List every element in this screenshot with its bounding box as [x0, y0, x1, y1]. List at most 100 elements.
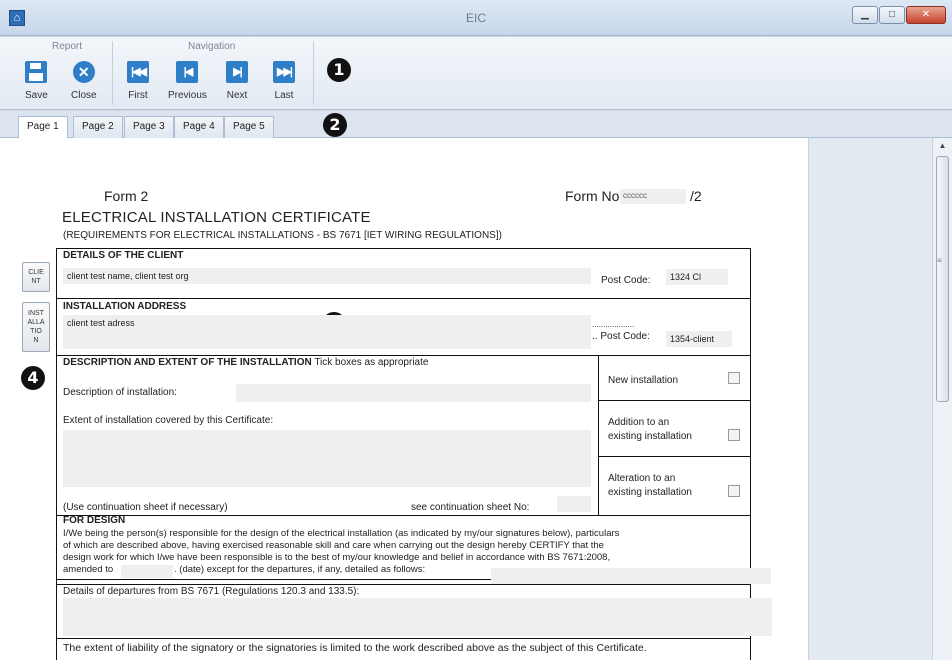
close-circle-icon: ✕: [72, 61, 95, 83]
installation-button-line: INST: [28, 310, 44, 317]
divider: [598, 355, 599, 515]
new-installation-checkbox[interactable]: [728, 372, 740, 384]
departures-inline-field[interactable]: [491, 568, 771, 584]
certificate-title: ELECTRICAL INSTALLATION CERTIFICATE: [62, 209, 371, 226]
form-page: CLIE NT INST ALLA TIO N 4 3 Form 2 Form …: [0, 138, 932, 660]
scroll-up-icon[interactable]: ▲: [933, 138, 952, 154]
divider: [56, 355, 751, 356]
form-no-suffix: /2: [690, 188, 702, 204]
close-icon[interactable]: ✕: [906, 6, 946, 24]
tab-page-4[interactable]: Page 4: [174, 116, 224, 138]
first-label: First: [128, 90, 148, 101]
date-note: . (date) except for the departures, if a…: [174, 564, 426, 575]
divider: [598, 400, 751, 401]
divider: [56, 248, 57, 660]
design-text-line: I/We being the person(s) responsible for…: [63, 528, 620, 539]
page-tabs: Page 1 Page 2 Page 3 Page 4 Page 5 2: [0, 111, 952, 139]
installation-button-line: N: [33, 337, 39, 344]
divider: [56, 248, 751, 249]
form-no-field[interactable]: cccccc: [620, 189, 686, 204]
tab-page-3[interactable]: Page 3: [124, 116, 174, 138]
client-button[interactable]: CLIE NT: [22, 262, 50, 292]
divider: [56, 298, 751, 299]
continuation-label: (Use continuation sheet if necessary): [63, 502, 228, 513]
design-heading: FOR DESIGN: [63, 515, 126, 526]
save-label: Save: [25, 90, 48, 101]
tab-page-1[interactable]: Page 1: [18, 116, 68, 139]
callout-4: 4: [21, 366, 45, 390]
next-button[interactable]: ▶| Next: [226, 61, 248, 101]
save-button[interactable]: Save: [25, 61, 48, 101]
extent-label: Extent of installation covered by this C…: [63, 415, 274, 426]
client-button-line: CLIE: [28, 269, 44, 276]
certificate-subtitle: (REQUIREMENTS FOR ELECTRICAL INSTALLATIO…: [63, 230, 502, 241]
alteration-label-line2: existing installation: [608, 487, 692, 498]
divider: [56, 584, 751, 585]
ribbon-toolbar: Report Navigation Save ✕ Close |◀◀ First…: [0, 37, 952, 110]
ribbon-separator: [313, 41, 314, 105]
first-button[interactable]: |◀◀ First: [127, 61, 149, 101]
installation-address-field[interactable]: client test adress: [63, 315, 591, 349]
departures-label: Details of departures from BS 7671 (Regu…: [63, 586, 360, 597]
see-sheet-label: see continuation sheet No:: [411, 502, 530, 513]
next-icon: ▶|: [226, 61, 248, 83]
save-icon: [25, 61, 48, 83]
maximize-icon[interactable]: □: [879, 6, 905, 24]
amended-to-label: amended to: [63, 564, 114, 575]
divider: [56, 638, 751, 639]
description-field[interactable]: [236, 384, 591, 402]
close-label: Close: [71, 90, 97, 101]
tab-page-5[interactable]: Page 5: [224, 116, 274, 138]
description-heading-note: Tick boxes as appropriate: [314, 357, 429, 368]
alteration-checkbox[interactable]: [728, 485, 740, 497]
alteration-label-line1: Alteration to an: [608, 473, 676, 484]
installation-button-line: TIO: [30, 328, 42, 335]
departures-field[interactable]: [63, 598, 772, 636]
extent-field[interactable]: [63, 430, 591, 487]
minimize-icon[interactable]: ▁: [852, 6, 878, 24]
addition-checkbox[interactable]: [728, 429, 740, 441]
client-postcode-field[interactable]: 1324 Cl: [666, 269, 728, 285]
design-text-line: of which are described above, having exe…: [63, 540, 604, 551]
installation-heading: INSTALLATION ADDRESS: [63, 301, 187, 312]
description-heading-row: DESCRIPTION AND EXTENT OF THE INSTALLATI…: [63, 357, 428, 368]
report-group-label: Report: [52, 41, 83, 52]
vertical-scrollbar[interactable]: ▲ ≡: [932, 138, 952, 660]
client-button-line: NT: [31, 278, 41, 285]
ribbon-separator: [112, 41, 113, 105]
previous-button[interactable]: |◀ Previous: [168, 61, 207, 101]
previous-label: Previous: [168, 90, 207, 101]
window-title: EIC: [465, 11, 486, 25]
installation-button-line: ALLA: [27, 319, 45, 326]
first-icon: |◀◀: [127, 61, 149, 83]
installation-button[interactable]: INST ALLA TIO N: [22, 302, 50, 352]
liability-text: The extent of liability of the signatory…: [63, 642, 647, 654]
amended-date-field[interactable]: [121, 565, 173, 578]
client-postcode-label: Post Code:: [601, 275, 651, 286]
next-label: Next: [226, 90, 248, 101]
description-label: Description of installation:: [63, 387, 177, 398]
divider: [598, 456, 751, 457]
installation-postcode-field[interactable]: 1354-client: [666, 331, 732, 347]
scrollbar-grip-icon: ≡: [937, 256, 942, 265]
previous-icon: |◀: [176, 61, 199, 83]
form-label: Form 2: [104, 188, 149, 204]
scrollbar-thumb[interactable]: [936, 156, 949, 402]
close-button[interactable]: ✕ Close: [71, 61, 97, 101]
divider: [56, 579, 491, 580]
divider: [56, 515, 751, 516]
addition-label-line1: Addition to an: [608, 417, 670, 428]
installation-postcode-label: .. Post Code:: [592, 331, 650, 342]
tab-page-2[interactable]: Page 2: [73, 116, 123, 138]
continuation-sheet-field[interactable]: [557, 496, 591, 512]
last-button[interactable]: ▶▶| Last: [273, 61, 295, 101]
new-installation-label: New installation: [608, 375, 679, 386]
dotted-leader: ...................: [592, 320, 635, 329]
description-heading: DESCRIPTION AND EXTENT OF THE INSTALLATI…: [63, 357, 312, 368]
callout-1: 1: [327, 58, 351, 82]
design-text-line: design work for which I/we have been res…: [63, 552, 611, 563]
callout-2: 2: [323, 113, 347, 137]
navigation-group-label: Navigation: [188, 41, 236, 52]
addition-label-line2: existing installation: [608, 431, 692, 442]
client-name-field[interactable]: client test name, client test org: [63, 268, 591, 284]
